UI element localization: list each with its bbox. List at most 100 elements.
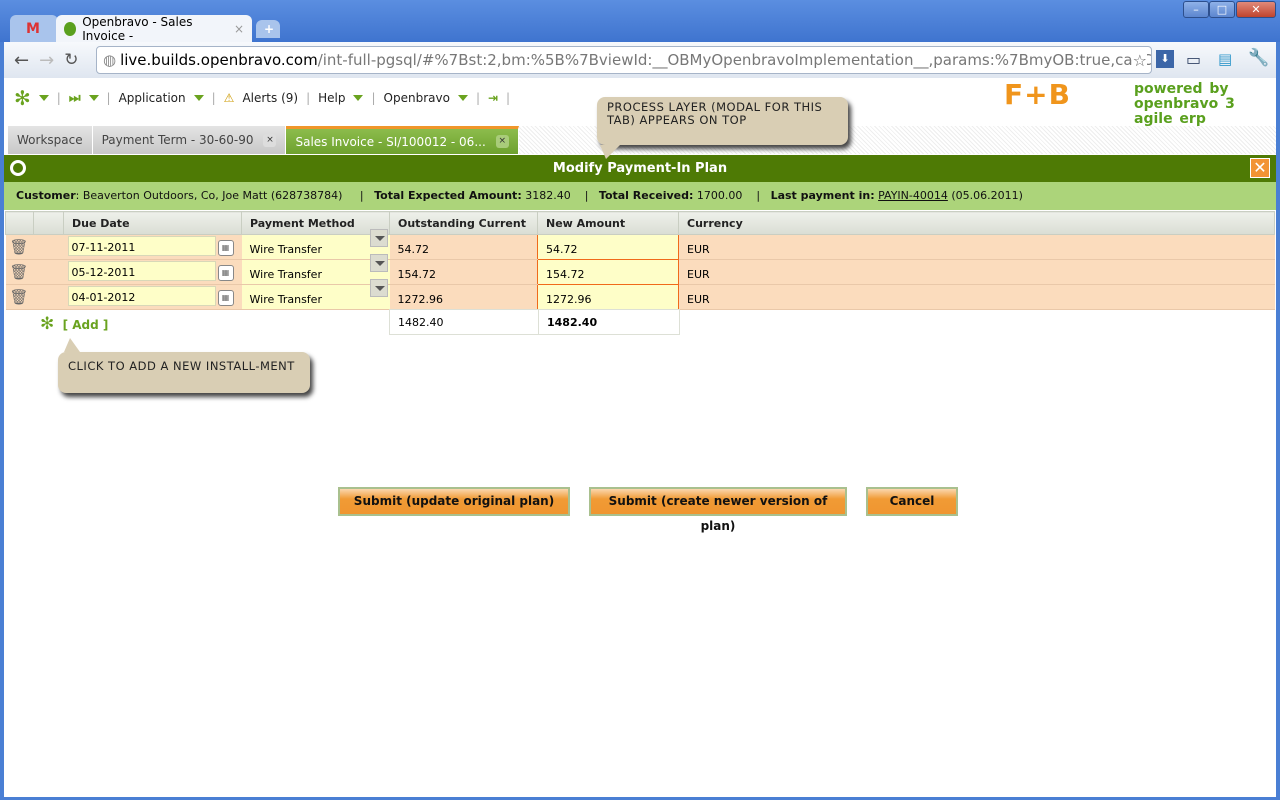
add-installment-callout: CLICK TO ADD A NEW INSTALL-MENT	[58, 352, 310, 393]
delete-cell: 🗑	[5, 234, 34, 260]
delete-cell: 🗑	[5, 259, 34, 285]
table-row: 🗑 07-11-2011 ▦ Wire Transfer 54.72 54.72 …	[5, 229, 1275, 260]
tab-sales-invoice[interactable]: Sales Invoice - SI/100012 - 06... ×	[286, 126, 519, 154]
due-date-input[interactable]: 05-12-2011	[67, 261, 216, 281]
new-amount-input[interactable]: 1272.96	[537, 284, 679, 310]
new-tab-button[interactable]: +	[256, 20, 280, 38]
address-bar[interactable]: ◍ live.builds.openbravo.com/int-full-pgsq…	[96, 46, 1152, 74]
calendar-icon[interactable]: ▦	[217, 240, 234, 256]
table-row: 🗑 04-01-2012 ▦ Wire Transfer 1272.96 1272…	[5, 279, 1275, 310]
received-value: 1700.00	[696, 189, 743, 202]
wrench-icon[interactable]: 🔧	[1248, 48, 1269, 68]
totals-row: 1482.40 1482.40	[389, 309, 680, 335]
payment-method-select[interactable]: Wire Transfer	[241, 229, 390, 260]
add-label: [ Add ]	[62, 318, 109, 332]
col-due-date[interactable]: Due Date	[63, 211, 242, 235]
callout-pointer	[64, 338, 80, 352]
last-payment-link[interactable]: PAYIN-40014	[878, 189, 948, 202]
create-new-icon[interactable]: ✻	[14, 86, 31, 110]
chevron-down-icon[interactable]	[353, 95, 364, 101]
due-date-input[interactable]: 07-11-2011	[67, 236, 216, 256]
select-cell	[33, 284, 64, 310]
expected-label: Total Expected Amount:	[374, 189, 522, 202]
chevron-down-icon[interactable]	[457, 95, 468, 101]
download-icon[interactable]: ⬇	[1156, 50, 1174, 68]
alerts-link[interactable]: Alerts (9)	[242, 91, 298, 105]
application-menu[interactable]: Application	[119, 91, 186, 105]
tab-label: Workspace	[17, 133, 83, 147]
due-date-cell: 04-01-2012 ▦	[63, 284, 242, 310]
trash-icon[interactable]: 🗑	[10, 263, 29, 281]
openbravo-menu[interactable]: Openbravo	[384, 91, 450, 105]
fullscreen-icon[interactable]: ▭	[1186, 50, 1201, 69]
callout-text: PROCESS LAYER (MODAL FOR THIS TAB) APPEA…	[607, 100, 823, 127]
col-currency[interactable]: Currency	[678, 211, 1275, 235]
select-cell	[33, 234, 64, 260]
calendar-icon[interactable]: ▦	[217, 265, 234, 281]
received-label: Total Received:	[598, 189, 694, 202]
forward-icon[interactable]: →	[39, 50, 54, 71]
page-icon[interactable]: ▤	[1218, 50, 1232, 68]
browser-tab-gmail[interactable]: M	[10, 15, 58, 42]
outstanding-cell: 54.72	[389, 234, 538, 260]
col-payment-method[interactable]: Payment Method	[241, 211, 390, 235]
star-icon[interactable]: ☆	[1132, 50, 1147, 70]
modal-title: Modify Payment-In Plan	[552, 161, 728, 176]
last-payment-date: (05.06.2011)	[951, 189, 1023, 202]
chevron-down-icon[interactable]	[38, 95, 49, 101]
close-icon[interactable]: ×	[263, 133, 277, 147]
trash-icon[interactable]: 🗑	[10, 288, 29, 306]
payment-plan-grid: Due Date Payment Method Outstanding Curr…	[5, 211, 1275, 310]
calendar-icon[interactable]: ▦	[217, 290, 234, 306]
browser-tab-active[interactable]: Openbravo - Sales Invoice - ×	[56, 14, 252, 43]
submit-update-button[interactable]: Submit (update original plan)	[338, 487, 570, 516]
tab-title: Openbravo - Sales Invoice -	[82, 14, 193, 43]
close-icon[interactable]: ×	[495, 135, 509, 148]
logout-icon[interactable]: ⇥	[488, 91, 498, 105]
chevron-down-icon[interactable]	[193, 95, 204, 101]
customer-value: Beaverton Outdoors, Co, Joe Matt (628738…	[82, 189, 343, 202]
chevron-down-icon[interactable]	[88, 95, 99, 101]
payment-method-select[interactable]: Wire Transfer	[241, 254, 390, 285]
add-icon: ✻	[40, 314, 55, 334]
add-installment-button[interactable]: ✻ [ Add ]	[40, 314, 108, 334]
outstanding-cell: 1272.96	[389, 284, 538, 310]
delete-cell: 🗑	[5, 284, 34, 310]
tab-label: Payment Term - 30-60-90	[101, 133, 254, 147]
tab-label: Sales Invoice - SI/100012 - 06...	[295, 134, 486, 149]
col-delete	[5, 211, 34, 235]
currency-cell: EUR	[678, 259, 1275, 285]
col-new-amount[interactable]: New Amount	[537, 211, 679, 235]
table-row: 🗑 05-12-2011 ▦ Wire Transfer 154.72 154.7…	[5, 254, 1275, 285]
back-icon[interactable]: ←	[14, 50, 29, 71]
maximize-button[interactable]: □	[1209, 1, 1235, 18]
quick-launch-icon[interactable]: ⏭	[69, 91, 81, 106]
total-new-amount: 1482.40	[538, 309, 680, 335]
close-tab-icon[interactable]: ×	[234, 22, 244, 36]
url-path: /int-full-pgsql/#%7Bst:2,bm:%5B%7BviewId…	[317, 51, 1152, 69]
close-modal-button[interactable]: ✕	[1250, 158, 1270, 178]
payment-method-select[interactable]: Wire Transfer	[241, 279, 390, 310]
tab-workspace[interactable]: Workspace	[8, 126, 93, 154]
new-amount-input[interactable]: 54.72	[537, 234, 679, 260]
minimize-button[interactable]: –	[1183, 1, 1209, 18]
select-cell	[33, 259, 64, 285]
tab-payment-term[interactable]: Payment Term - 30-60-90 ×	[92, 126, 287, 154]
cancel-button[interactable]: Cancel	[866, 487, 958, 516]
chevron-down-icon[interactable]	[369, 254, 388, 272]
new-amount-input[interactable]: 154.72	[537, 259, 679, 285]
total-outstanding: 1482.40	[389, 309, 539, 335]
col-select	[33, 211, 64, 235]
submit-new-version-button[interactable]: Submit (create newer version of plan)	[589, 487, 847, 533]
reload-icon[interactable]: ↻	[64, 50, 78, 70]
help-menu[interactable]: Help	[318, 91, 345, 105]
due-date-input[interactable]: 04-01-2012	[67, 286, 216, 306]
col-outstanding[interactable]: Outstanding Current	[389, 211, 538, 235]
chevron-down-icon[interactable]	[369, 279, 388, 297]
trash-icon[interactable]: 🗑	[10, 238, 29, 256]
openbravo-logo: powered by openbravo 3 agile erp	[1134, 81, 1235, 127]
outstanding-cell: 154.72	[389, 259, 538, 285]
globe-icon: ◍	[103, 51, 117, 69]
close-window-button[interactable]: ✕	[1236, 1, 1276, 18]
chevron-down-icon[interactable]	[369, 229, 388, 247]
